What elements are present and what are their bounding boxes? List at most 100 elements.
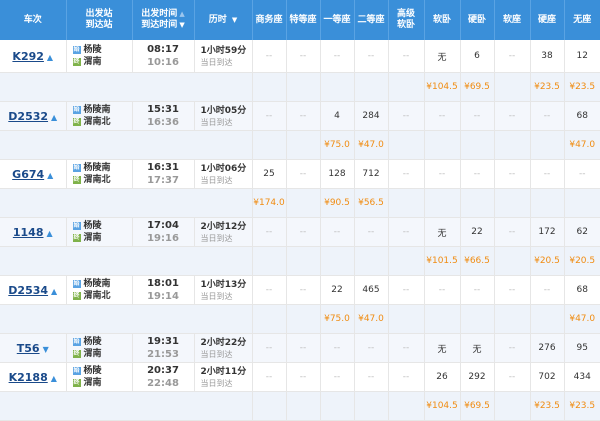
price-soft-seat	[494, 304, 531, 334]
price-hard-sleeper	[460, 130, 495, 160]
price-soft-seat	[494, 72, 531, 102]
seat-hard-sleeper-availability: --	[460, 101, 495, 131]
seat-soft-seat-availability: --	[494, 275, 531, 305]
seat-business-availability: --	[252, 40, 287, 73]
price-soft-seat	[494, 188, 531, 218]
header-stations: 出发站 到达站	[66, 0, 133, 40]
sort-up-icon[interactable]: ▲	[179, 9, 184, 20]
expand-up-icon[interactable]: ▲	[47, 53, 53, 62]
station-to-line: 终渭南北	[67, 174, 132, 186]
station-to-line: 终渭南北	[67, 116, 132, 128]
station-to-badge-icon: 终	[72, 233, 81, 242]
station-to-name: 渭南北	[83, 175, 111, 185]
duration-cell: 1小时05分 当日到达	[194, 101, 253, 131]
seat-business-availability: --	[252, 217, 287, 247]
price-first: ¥75.0	[320, 304, 355, 334]
arrival-time: 16:36	[147, 117, 179, 128]
seat-deluxe-soft-sleeper-availability: --	[388, 101, 425, 131]
price-first	[320, 246, 355, 276]
sort-down-icon[interactable]: ▼	[179, 20, 184, 31]
arrival-time: 21:53	[147, 349, 179, 360]
seat-soft-seat-availability: --	[494, 333, 531, 363]
train-number-link[interactable]: 1148	[13, 226, 44, 239]
seat-premium-availability: --	[286, 275, 321, 305]
price-second: ¥56.5	[354, 188, 389, 218]
expand-up-icon[interactable]: ▲	[51, 113, 57, 122]
seat-no-seat-availability: 68	[564, 275, 600, 305]
price-hard-sleeper: ¥66.5	[460, 246, 495, 276]
header-times[interactable]: 出发时间 ▲ 到达时间 ▼	[132, 0, 195, 40]
seat-premium-availability: --	[286, 362, 321, 392]
price-business	[252, 246, 287, 276]
station-from-line: 始杨陵	[67, 44, 132, 56]
seat-deluxe-soft-sleeper-availability: --	[388, 159, 425, 189]
expand-down-icon[interactable]: ▼	[43, 345, 49, 354]
price-hard-seat: ¥20.5	[530, 246, 565, 276]
station-from-badge-icon: 始	[72, 337, 81, 346]
station-to-badge-icon: 终	[72, 175, 81, 184]
stations-cell: 始杨陵终渭南	[66, 333, 133, 363]
header-duration[interactable]: 历时 ▼	[194, 0, 253, 40]
train-number-cell: K2188 ▲	[0, 362, 67, 392]
times-cell: 15:31 16:36	[132, 101, 195, 131]
price-no-seat	[564, 188, 600, 218]
price-first	[320, 391, 355, 421]
duration-cell: 2小时22分 当日到达	[194, 333, 253, 363]
price-row: ¥104.5 ¥69.5 ¥23.5 ¥23.5	[0, 72, 600, 102]
header-seat-hard-sleeper: 硬卧	[460, 0, 495, 40]
duration-value: 2小时22分	[200, 337, 247, 348]
station-from-badge-icon: 始	[72, 366, 81, 375]
price-hard-seat	[530, 188, 565, 218]
expand-up-icon[interactable]: ▲	[51, 287, 57, 296]
duration-value: 2小时11分	[200, 366, 247, 377]
expand-up-icon[interactable]: ▲	[51, 374, 57, 383]
expand-up-icon[interactable]: ▲	[47, 171, 53, 180]
station-to-badge-icon: 终	[72, 378, 81, 387]
train-number-link[interactable]: G674	[12, 168, 44, 181]
seat-no-seat-availability: 68	[564, 101, 600, 131]
seat-soft-sleeper-availability: 无	[424, 217, 461, 247]
station-to-line: 终渭南	[67, 377, 132, 389]
seat-no-seat-availability: --	[564, 159, 600, 189]
seat-first-availability: --	[320, 333, 355, 363]
seat-hard-seat-availability: 276	[530, 333, 565, 363]
train-number-cell: 1148 ▲	[0, 217, 67, 247]
price-deluxe-soft-sleeper	[388, 130, 425, 160]
train-number-link[interactable]: K292	[12, 50, 44, 63]
times-cell: 16:31 17:37	[132, 159, 195, 189]
train-number-link[interactable]: D2532	[8, 110, 48, 123]
price-first	[320, 72, 355, 102]
expand-up-icon[interactable]: ▲	[46, 229, 52, 238]
arrival-day: 当日到达	[200, 175, 233, 185]
header-seat-hard-seat: 硬座	[530, 0, 565, 40]
arrival-day: 当日到达	[200, 117, 233, 127]
seat-premium-availability: --	[286, 40, 321, 73]
station-to-badge-icon: 终	[72, 349, 81, 358]
price-hard-seat	[530, 130, 565, 160]
duration-sort-icon[interactable]: ▼	[232, 15, 237, 26]
station-to-line: 终渭南北	[67, 290, 132, 302]
header-seat-soft-seat: 软座	[494, 0, 531, 40]
price-no-seat: ¥47.0	[564, 304, 600, 334]
price-business: ¥174.0	[252, 188, 287, 218]
stations-cell: 始杨陵南终渭南北	[66, 101, 133, 131]
price-no-seat: ¥47.0	[564, 130, 600, 160]
departure-time: 19:31	[147, 336, 179, 347]
train-number-link[interactable]: K2188	[9, 371, 48, 384]
seat-second-availability: 712	[354, 159, 389, 189]
price-hard-sleeper: ¥69.5	[460, 72, 495, 102]
train-number-link[interactable]: T56	[17, 342, 40, 355]
price-soft-sleeper: ¥104.5	[424, 72, 461, 102]
seat-soft-sleeper-availability: --	[424, 159, 461, 189]
station-from-name: 杨陵	[83, 366, 102, 376]
seat-hard-sleeper-availability: --	[460, 159, 495, 189]
seat-first-availability: --	[320, 362, 355, 392]
train-number-link[interactable]: D2534	[8, 284, 48, 297]
stations-cell: 始杨陵终渭南	[66, 217, 133, 247]
seat-soft-seat-availability: --	[494, 40, 531, 73]
train-row: D2534 ▲ 始杨陵南终渭南北 18:01 19:14 1小时13分 当日到达 -- -- 22…	[0, 275, 600, 305]
seat-soft-sleeper-availability: --	[424, 275, 461, 305]
price-premium	[286, 304, 321, 334]
seat-hard-sleeper-availability: --	[460, 275, 495, 305]
station-from-line: 始杨陵南	[67, 278, 132, 290]
